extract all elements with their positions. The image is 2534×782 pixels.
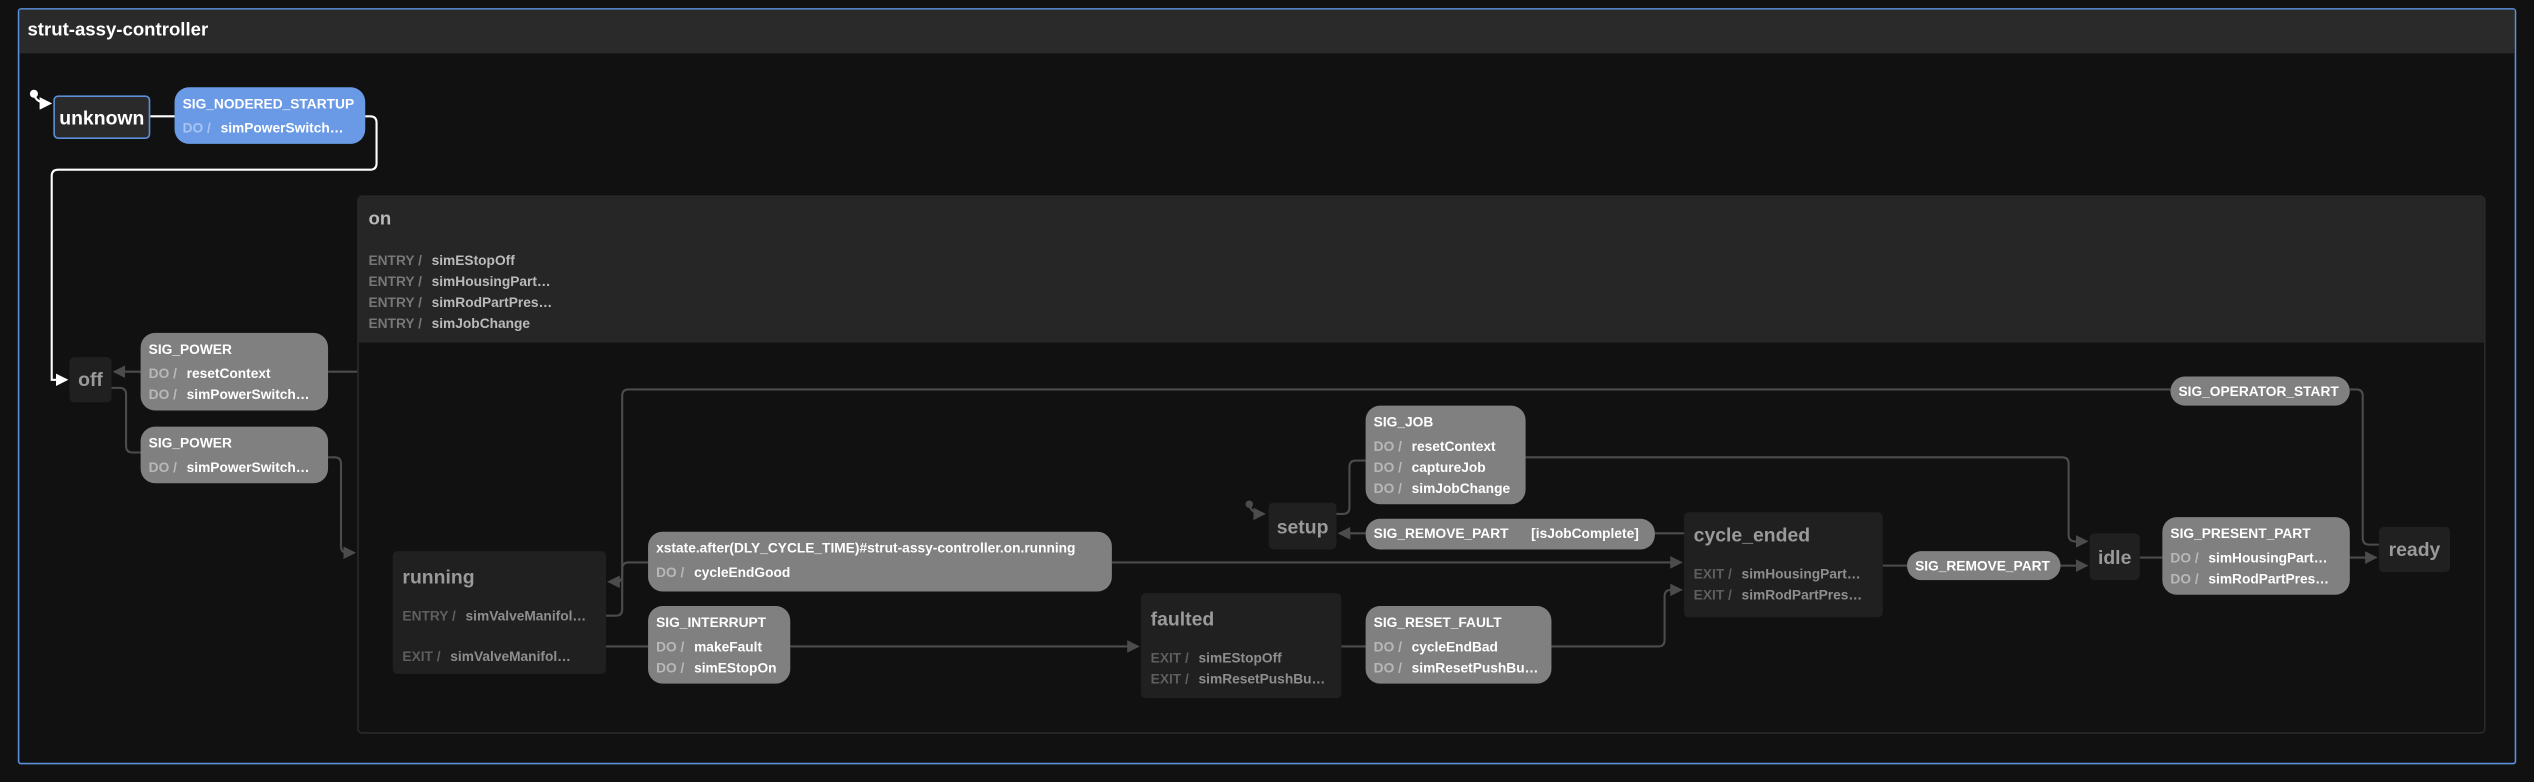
state-idle[interactable]: idle (2089, 533, 2140, 581)
edge-off-power (111, 386, 141, 454)
action: cycleEndBad (1411, 638, 1498, 655)
state-ready[interactable]: ready (2378, 526, 2451, 573)
action: simResetPushBu… (1411, 659, 1539, 676)
action: simHousingPart… (2208, 549, 2328, 566)
guard-label: [isJobComplete] (1531, 525, 1639, 542)
transition-sig-power-on[interactable]: SIG_POWER DO / simPowerSwitch… (140, 426, 329, 484)
transition-sig-job[interactable]: SIG_JOB DO / resetContext DO / captureJob … (1365, 405, 1526, 505)
action: simResetPushBu… (1198, 670, 1326, 687)
event-label: SIG_POWER (148, 340, 232, 358)
transition-sig-nodered-startup[interactable]: SIG_NODERED_STARTUP DO / simPowerSwitch… (174, 87, 366, 144)
action-kind: DO / (1373, 437, 1402, 455)
action-kind: DO / (182, 119, 211, 136)
edge-ready-operator-start (2349, 388, 2379, 546)
event-label: SIG_JOB (1373, 413, 1434, 430)
transition-sig-present-part[interactable]: SIG_PRESENT_PART DO / simHousingPart… DO … (2162, 517, 2350, 595)
state-label: unknown (59, 105, 145, 129)
statechart-canvas: strut-assy-controller on ENTRY / simEStop… (0, 0, 2534, 782)
action: simHousingPart… (1741, 565, 1861, 582)
event-label: SIG_REMOVE_PART (1373, 525, 1509, 542)
event-label: xstate.after(DLY_CYCLE_TIME)#strut-assy-… (656, 539, 1076, 556)
event-label: SIG_REMOVE_PART (1915, 557, 2050, 574)
event-label: SIG_INTERRUPT (656, 614, 767, 631)
action-kind: DO / (148, 386, 177, 403)
action-kind: DO / (656, 638, 685, 655)
transition-sig-reset-fault[interactable]: SIG_RESET_FAULT DO / cycleEndBad DO / simR… (1365, 606, 1552, 684)
state-off[interactable]: off (69, 357, 112, 403)
state-label: running (402, 565, 475, 589)
action: simPowerSwitch… (186, 386, 310, 403)
state-label: setup (1276, 514, 1329, 538)
action-kind: DO / (1373, 638, 1402, 655)
event-label: SIG_RESET_FAULT (1373, 614, 1502, 631)
state-running[interactable]: running ENTRY / simValveManifol… EXIT / si… (392, 551, 607, 674)
edge-running-after (606, 561, 649, 617)
action: simEStopOn (694, 659, 777, 676)
transition-sig-remove-part-job-complete[interactable]: SIG_REMOVE_PART [isJobComplete] (1365, 518, 1655, 550)
action: resetContext (1411, 437, 1496, 455)
state-label: off (78, 368, 103, 392)
event-label: SIG_PRESENT_PART (2170, 525, 2311, 542)
action: simRodPartPres… (1741, 586, 1863, 603)
state-setup[interactable]: setup (1268, 502, 1337, 550)
event-label: SIG_POWER (148, 434, 232, 451)
state-actions: EXIT / simEStopOff EXIT / simResetPushBu… (1151, 648, 1326, 690)
action-kind: DO / (1373, 458, 1402, 476)
transition-sig-remove-part[interactable]: SIG_REMOVE_PART (1906, 551, 2061, 581)
event-label: SIG_OPERATOR_START (2178, 383, 2339, 400)
action-kind: EXIT / (1693, 586, 1732, 603)
state-label: faulted (1150, 607, 1215, 631)
action: resetContext (186, 365, 271, 382)
transition-sig-operator-start[interactable]: SIG_OPERATOR_START (2170, 376, 2350, 406)
action-kind: DO / (1373, 479, 1402, 497)
state-faulted[interactable]: faulted EXIT / simEStopOff EXIT / simReset… (1140, 593, 1342, 699)
state-actions: EXIT / simHousingPart… EXIT / simRodPartPr… (1694, 564, 1863, 606)
action-kind: DO / (2170, 570, 2199, 587)
action: makeFault (694, 638, 763, 655)
action-kind: DO / (656, 659, 685, 676)
action: simValveManifol… (465, 607, 587, 624)
transition-sig-power-off[interactable]: SIG_POWER DO / resetContext DO / simPowerS… (140, 332, 329, 411)
action: simPowerSwitch… (186, 458, 310, 476)
action: cycleEndGood (694, 564, 791, 581)
action-kind: EXIT / (1150, 670, 1189, 687)
action-kind: DO / (1373, 659, 1402, 676)
action-kind: DO / (148, 458, 177, 476)
action: captureJob (1411, 458, 1486, 476)
action: simRodPartPres… (2208, 570, 2330, 587)
state-unknown[interactable]: unknown (53, 95, 151, 139)
action: simValveManifol… (450, 648, 571, 665)
action-kind: DO / (148, 365, 177, 382)
state-label: cycle_ended (1693, 523, 1811, 547)
state-cycle-ended[interactable]: cycle_ended EXIT / simHousingPart… EXIT /… (1683, 512, 1883, 618)
action: simPowerSwitch… (220, 119, 344, 136)
action-kind: EXIT / (402, 648, 441, 665)
transition-after-cycle-time[interactable]: xstate.after(DLY_CYCLE_TIME)#strut-assy-… (648, 531, 1112, 592)
state-label: idle (2097, 545, 2132, 569)
action-kind: EXIT / (1150, 649, 1189, 666)
action-kind: DO / (2170, 549, 2199, 566)
edge-setup-job (1336, 459, 1366, 515)
edge-power-on (328, 456, 357, 560)
state-actions: ENTRY / simValveManifol… EXIT / simValveMa… (402, 606, 586, 667)
state-label: ready (2388, 538, 2441, 561)
transition-sig-interrupt[interactable]: SIG_INTERRUPT DO / makeFault DO / simEStop… (648, 606, 791, 684)
action: simEStopOff (1198, 649, 1282, 666)
event-label: SIG_NODERED_STARTUP (182, 95, 355, 112)
action-kind: ENTRY / (402, 607, 456, 624)
action: simJobChange (1411, 479, 1511, 497)
action-kind: DO / (656, 564, 685, 581)
action-kind: EXIT / (1693, 565, 1732, 582)
